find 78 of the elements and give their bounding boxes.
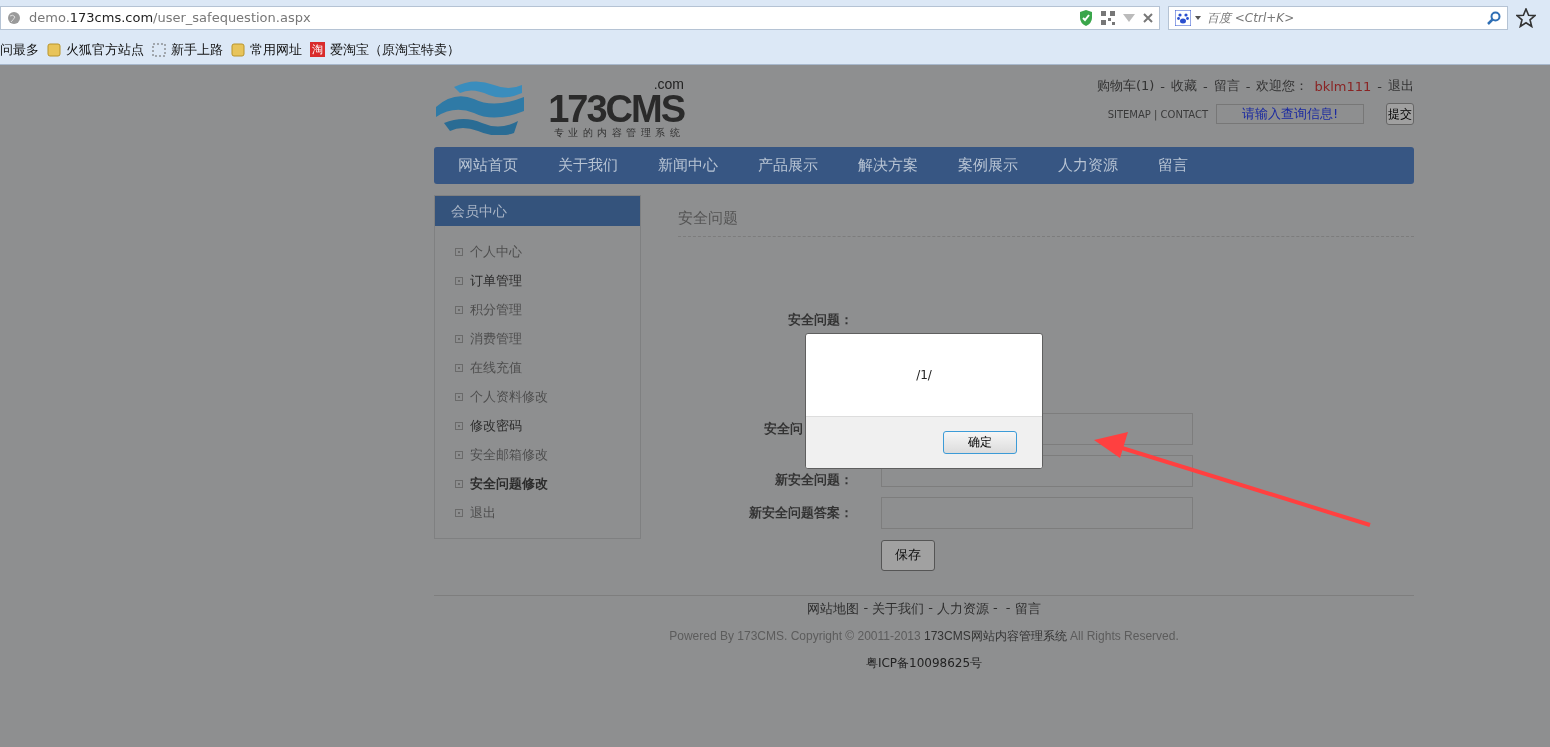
qr-code-icon[interactable] [1101, 10, 1115, 25]
nav-item[interactable]: 产品展示 [758, 156, 818, 175]
nav-item[interactable]: 留言 [1158, 156, 1188, 175]
square-bullet-icon [455, 334, 463, 343]
username-link[interactable]: bklm111 [1314, 78, 1372, 94]
header-link[interactable]: 收藏 [1171, 77, 1197, 95]
save-button[interactable]: 保存 [881, 539, 935, 571]
address-bar[interactable]: demo.173cms.com/user_safequestion.aspx [0, 5, 1160, 30]
sidebar-item[interactable]: 个人资料修改 [455, 382, 640, 411]
nav-item[interactable]: 解决方案 [858, 156, 918, 175]
logout-link[interactable]: 退出 [1388, 77, 1414, 95]
sidebar-item[interactable]: 个人中心 [455, 237, 640, 266]
separator: - [1203, 78, 1208, 94]
separator: - [1377, 78, 1382, 94]
separator: - [1160, 78, 1165, 94]
square-bullet-icon [455, 247, 463, 256]
footer-link[interactable]: 留言 [1014, 600, 1041, 618]
url-text: demo.173cms.com/user_safequestion.aspx [29, 10, 311, 25]
bookmark-item[interactable]: 淘 爱淘宝（原淘宝特卖） [310, 40, 460, 59]
header-link[interactable]: 留言 [1213, 77, 1240, 95]
shield-icon[interactable] [1079, 9, 1093, 26]
square-bullet-icon [455, 363, 463, 372]
close-icon[interactable] [1143, 12, 1153, 23]
bookmark-item[interactable]: 问最多 [0, 40, 39, 59]
alert-message: /1/ [916, 368, 932, 382]
submit-button[interactable]: 提交 [1386, 103, 1414, 125]
square-bullet-icon [455, 421, 463, 430]
folder-icon [231, 42, 245, 57]
square-bullet-icon [455, 450, 463, 459]
bookmark-item[interactable]: 火狐官方站点 [47, 40, 144, 59]
paw-icon[interactable] [1175, 9, 1191, 26]
search-field[interactable]: 百度 <Ctrl+K> [1168, 5, 1508, 30]
sidebar-item[interactable]: 在线充值 [455, 353, 640, 382]
form-label: 新安全问题： [774, 473, 853, 487]
nav-item[interactable]: 网站首页 [458, 156, 518, 175]
sidebar-title: 会员中心 [435, 196, 640, 226]
sidebar-item[interactable]: 安全邮箱修改 [455, 440, 640, 469]
nav-item[interactable]: 新闻中心 [658, 156, 718, 175]
nav-item[interactable]: 案例展示 [958, 156, 1018, 175]
sidebar-item[interactable]: 消费管理 [455, 324, 640, 353]
welcome-text: 欢迎您： [1256, 77, 1309, 95]
ok-button[interactable]: 确定 [943, 431, 1017, 454]
separator: - [1245, 78, 1251, 94]
separator: - [928, 600, 933, 617]
section-title: 安全问题 [678, 195, 1414, 237]
nav-item[interactable]: 人力资源 [1058, 156, 1118, 175]
square-bullet-icon [455, 305, 463, 314]
form-label: 安全问 [763, 420, 804, 438]
footer-link[interactable]: 网站地图 [807, 600, 860, 618]
separator: - [863, 600, 869, 617]
sitemap-links[interactable]: SITEMAP | CONTACT [1107, 108, 1208, 120]
star-icon[interactable] [1516, 7, 1536, 28]
separator: - - [992, 600, 1011, 617]
sidebar-item[interactable]: 订单管理 [455, 266, 640, 295]
sidebar-item[interactable]: 退出 [455, 498, 640, 527]
footer-link[interactable]: 人力资源 [936, 600, 989, 618]
caret-icon[interactable] [1195, 15, 1201, 20]
form-label: 新安全问题答案： [748, 504, 853, 522]
site-logo[interactable]: .com 173CMS 专业的内容管理系统 [434, 77, 684, 147]
nav-item[interactable]: 关于我们 [558, 156, 618, 175]
icp-text: 粤ICP备10098625号 [865, 655, 983, 672]
bookmark-item[interactable]: 常用网址 [231, 40, 302, 59]
square-bullet-icon [455, 392, 463, 401]
blank-page-icon [152, 42, 166, 57]
folder-icon [47, 42, 61, 57]
sidebar-item[interactable]: 安全问题修改 [455, 469, 640, 498]
square-bullet-icon [455, 508, 463, 517]
site-search-field[interactable]: 请输入查询信息! [1216, 104, 1364, 124]
header-link[interactable]: 购物车(1) [1096, 77, 1155, 95]
square-bullet-icon [455, 479, 463, 488]
shop-icon: 淘 [310, 42, 325, 57]
form-label: 安全问题： [787, 311, 853, 329]
footer-link[interactable]: 关于我们 [872, 600, 925, 618]
square-bullet-icon [455, 276, 463, 285]
sidebar-item[interactable]: 积分管理 [455, 295, 640, 324]
sidebar-item[interactable]: 修改密码 [455, 411, 640, 440]
bookmark-item[interactable]: 新手上路 [152, 40, 223, 59]
search-icon[interactable] [1487, 10, 1501, 25]
